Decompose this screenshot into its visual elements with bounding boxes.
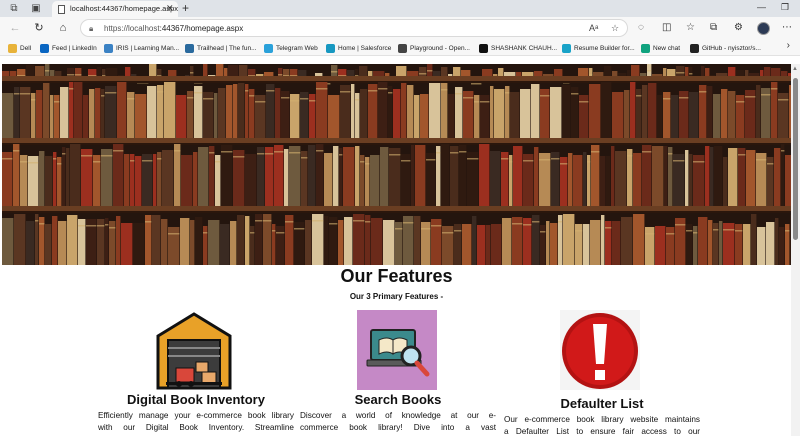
workspaces-icon[interactable]: ⧉ xyxy=(8,3,20,14)
tab-homepage[interactable]: localhost:44367/homepage.aspx ✕ xyxy=(52,1,178,17)
telegram-icon xyxy=(264,43,273,53)
lock-icon[interactable]: 🔒︎ xyxy=(89,24,93,34)
iris-icon xyxy=(104,43,113,53)
bookmark-item[interactable]: GitHub - nyisztor/s... xyxy=(690,42,761,54)
refresh-icon[interactable]: ↻ xyxy=(32,21,46,35)
exclamation-icon xyxy=(560,310,640,390)
bookmark-label: Feed | LinkedIn xyxy=(52,44,97,52)
bookmark-label: GitHub - nyisztor/s... xyxy=(702,44,761,52)
url-bar[interactable]: 🔒︎ https://localhost:44367/homepage.aspx… xyxy=(80,19,628,37)
feature-text-line: a Defaulter List to ensure fair access t… xyxy=(504,427,700,436)
split-screen-icon[interactable]: ◫ xyxy=(662,22,671,34)
more-menu-icon[interactable]: ⋯ xyxy=(782,22,792,34)
bookmarks-bar: › Dell Feed | LinkedIn IRIS | Learning Man… xyxy=(0,39,800,56)
scroll-thumb[interactable] xyxy=(793,78,798,240)
page-viewport: Our Features Our 3 Primary Features - Di… xyxy=(2,64,791,436)
feature-text-line: Our e-commerce book library website main… xyxy=(504,415,700,424)
openai-icon xyxy=(398,43,407,53)
salesforce-icon xyxy=(326,43,335,53)
scroll-up-icon[interactable]: ▲ xyxy=(792,66,798,72)
page-scrollbar[interactable]: ▲ xyxy=(791,64,800,436)
notion-icon xyxy=(479,43,488,53)
bookmark-label: New chat xyxy=(653,44,681,52)
home-icon[interactable]: ⌂ xyxy=(56,21,70,35)
linkedin-icon xyxy=(40,43,49,53)
folder-icon xyxy=(8,43,17,53)
feature-text-line: Efficiently manage your e-commerce book … xyxy=(98,411,294,420)
bookmark-label: IRIS | Learning Man... xyxy=(116,44,180,52)
bookmark-label: SHASHANK CHAUH... xyxy=(491,44,558,52)
trailhead-icon xyxy=(185,43,194,53)
page-icon xyxy=(58,5,65,14)
laptop-book-search-icon xyxy=(357,310,437,390)
url-text[interactable]: https://localhost:44367/homepage.aspx xyxy=(104,24,243,33)
chevron-right-icon[interactable]: › xyxy=(787,40,790,51)
profile-avatar[interactable] xyxy=(757,22,770,35)
feature-title: Search Books xyxy=(354,392,442,407)
page-subtitle: Our 3 Primary Features - xyxy=(349,292,444,301)
bookmark-label: Dell xyxy=(20,44,32,52)
bookmark-label: Trailhead | The fun... xyxy=(197,44,257,52)
tab-actions-icon[interactable]: ▣ xyxy=(30,3,42,14)
bookmark-item[interactable]: Home | Salesforce xyxy=(326,42,391,54)
back-icon[interactable]: ← xyxy=(8,21,22,35)
bookmark-item[interactable]: Trailhead | The fun... xyxy=(185,42,257,54)
bookmark-item[interactable]: IRIS | Learning Man... xyxy=(104,42,179,54)
resume-icon xyxy=(562,43,571,53)
bookmark-label: Resume Builder for... xyxy=(574,44,635,52)
address-bar-row: ← ↻ ⌂ 🔒︎ https://localhost:44367/homepag… xyxy=(0,17,800,39)
bookmark-label: Playground - Open... xyxy=(410,44,470,52)
bookmark-item[interactable]: Playground - Open... xyxy=(398,42,470,54)
minimize-icon[interactable]: — xyxy=(757,2,766,12)
feature-title: Defaulter List xyxy=(560,396,644,411)
feature-text-line: commerce book library! Dive into a vast xyxy=(300,423,496,432)
bookmark-item[interactable]: Dell xyxy=(8,42,31,54)
extensions-icon[interactable]: ⚙ xyxy=(734,22,743,34)
bookshelf-hero-image xyxy=(2,64,791,265)
bookmark-item[interactable]: Resume Builder for... xyxy=(562,42,635,54)
favorites-icon[interactable]: ☆ xyxy=(686,22,695,34)
bookmark-item[interactable]: New chat xyxy=(641,42,680,54)
feature-text-line: with our Digital Book Inventory. Streaml… xyxy=(98,423,294,432)
browser-tab-bar: ⧉ ▣ localhost:44367/homepage.aspx ✕ + — … xyxy=(0,0,800,17)
restore-icon[interactable]: ❐ xyxy=(781,2,789,13)
bookmark-label: Telegram Web xyxy=(276,44,318,52)
close-tab-icon[interactable]: ✕ xyxy=(166,3,174,14)
feature-text-line: Discover a world of knowledge at our e- xyxy=(300,411,496,420)
warehouse-icon xyxy=(154,310,234,390)
tab-title: localhost:44367/homepage.aspx xyxy=(70,4,178,13)
bookmark-item[interactable]: Telegram Web xyxy=(264,42,318,54)
browser-essentials-icon[interactable]: ◌ xyxy=(638,22,644,34)
bookmark-item[interactable]: Feed | LinkedIn xyxy=(40,42,97,54)
chat-icon xyxy=(641,43,650,53)
collections-icon[interactable]: ⧉ xyxy=(710,22,717,34)
feature-title: Digital Book Inventory xyxy=(127,392,265,407)
page-title: Our Features xyxy=(340,266,453,286)
github-icon xyxy=(690,43,699,53)
read-aloud-icon[interactable]: A͏ᵃ xyxy=(589,23,598,33)
new-tab-icon[interactable]: + xyxy=(182,1,189,15)
favorite-star-icon[interactable]: ☆ xyxy=(611,23,619,34)
bookmark-item[interactable]: SHASHANK CHAUH... xyxy=(479,42,557,54)
bookmark-label: Home | Salesforce xyxy=(338,44,392,52)
